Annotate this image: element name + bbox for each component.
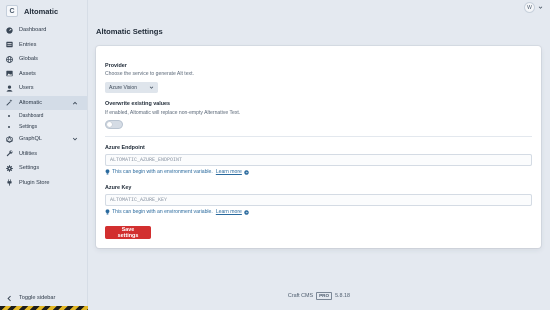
- divider: [105, 136, 532, 137]
- version-number: 5.8.18: [335, 293, 351, 299]
- wrench-icon: [6, 150, 13, 157]
- key-tip: This can begin with an environment varia…: [105, 209, 249, 215]
- sidebar-item-label: GraphQL: [19, 136, 43, 143]
- sidebar-item-label: Users: [19, 85, 34, 92]
- subnav-item-settings[interactable]: Settings: [0, 121, 87, 132]
- main-content: W Altomatic Settings Provider Choose the…: [88, 0, 550, 310]
- image-icon: [6, 70, 13, 77]
- endpoint-input[interactable]: [105, 154, 532, 166]
- page-title: Altomatic Settings: [96, 27, 163, 36]
- magic-icon: [6, 99, 13, 106]
- key-label: Azure Key: [105, 185, 132, 191]
- globe-icon: [6, 55, 13, 63]
- app-window: C Altomatic Dashboard Entries Globals As…: [0, 0, 550, 310]
- product-name: Craft CMS: [287, 293, 314, 299]
- site-brand[interactable]: C Altomatic: [0, 2, 87, 20]
- sidebar-item-entries[interactable]: Entries: [0, 38, 87, 53]
- endpoint-tip: This can begin with an environment varia…: [105, 169, 249, 175]
- chevron-left-icon: [6, 295, 13, 302]
- sidebar-item-utilities[interactable]: Utilities: [0, 147, 87, 162]
- save-settings-button[interactable]: Save settings: [105, 226, 151, 239]
- chevron-up-icon[interactable]: [72, 100, 78, 106]
- subnav-item-label: Settings: [19, 123, 38, 130]
- sidebar-item-settings[interactable]: Settings: [0, 161, 87, 176]
- endpoint-learn-more-link[interactable]: Learn more: [216, 169, 242, 175]
- provider-select[interactable]: Azure Vision: [105, 82, 158, 93]
- graphql-icon: [6, 135, 13, 143]
- user-menu[interactable]: W: [524, 2, 543, 13]
- toggle-sidebar-button[interactable]: Toggle sidebar: [0, 291, 88, 305]
- sidebar-item-label: Assets: [19, 70, 36, 77]
- sidebar-item-label: Entries: [19, 41, 37, 48]
- footer: Craft CMS PRO 5.8.18: [88, 292, 550, 300]
- sidebar: C Altomatic Dashboard Entries Globals As…: [0, 0, 88, 310]
- sidebar-item-label: Globals: [19, 56, 38, 63]
- arrow-circle-icon: [244, 169, 249, 175]
- sidebar-item-altomatic[interactable]: Altomatic: [0, 95, 87, 110]
- global-header: W: [88, 0, 550, 17]
- sidebar-item-dashboard[interactable]: Dashboard: [0, 23, 87, 38]
- overwrite-label: Overwrite existing values: [105, 101, 171, 107]
- toggle-sidebar-label: Toggle sidebar: [19, 295, 56, 301]
- settings-card: Provider Choose the service to generate …: [96, 46, 541, 248]
- bullet-icon: [8, 125, 10, 128]
- endpoint-tip-text: This can begin with an environment varia…: [112, 169, 213, 175]
- avatar: W: [524, 2, 535, 13]
- user-icon: [6, 85, 13, 92]
- sidebar-item-globals[interactable]: Globals: [0, 52, 87, 67]
- arrow-circle-icon: [244, 209, 249, 215]
- sidebar-item-assets[interactable]: Assets: [0, 67, 87, 82]
- sidebar-item-label: Settings: [19, 165, 40, 172]
- key-tip-text: This can begin with an environment varia…: [112, 209, 213, 215]
- subnav-item-dashboard[interactable]: Dashboard: [0, 110, 87, 121]
- sidebar-item-graphql[interactable]: GraphQL: [0, 132, 87, 147]
- site-name: Altomatic: [24, 6, 59, 16]
- endpoint-label: Azure Endpoint: [105, 145, 145, 151]
- sidebar-item-label: Utilities: [19, 150, 38, 157]
- lightbulb-icon: [105, 169, 110, 175]
- provider-instructions: Choose the service to generate Alt text.: [105, 71, 194, 77]
- provider-select-value: Azure Vision: [109, 84, 137, 91]
- gear-icon: [6, 164, 13, 172]
- overwrite-toggle[interactable]: [105, 120, 123, 129]
- sidebar-item-label: Dashboard: [19, 27, 47, 34]
- edition-badge: PRO: [316, 292, 333, 300]
- subnav-item-label: Dashboard: [19, 112, 44, 119]
- gauge-icon: [6, 27, 13, 34]
- plug-icon: [6, 179, 13, 186]
- chevron-down-icon[interactable]: [72, 136, 78, 142]
- entries-icon: [6, 41, 13, 48]
- toggle-knob: [107, 122, 112, 127]
- sidebar-item-plugin-store[interactable]: Plugin Store: [0, 176, 87, 191]
- provider-label: Provider: [105, 63, 127, 69]
- lightbulb-icon: [105, 209, 110, 215]
- primary-nav: Dashboard Entries Globals Assets Users A…: [0, 23, 87, 190]
- key-learn-more-link[interactable]: Learn more: [216, 209, 242, 215]
- dev-mode-stripe: [0, 306, 88, 310]
- bullet-icon: [8, 114, 10, 117]
- site-badge: C: [6, 5, 18, 17]
- sidebar-item-label: Altomatic: [19, 99, 43, 106]
- overwrite-instructions: If enabled, Altomatic will replace non-e…: [105, 110, 241, 116]
- key-input[interactable]: [105, 194, 532, 206]
- chevron-down-icon: [149, 86, 154, 89]
- sidebar-item-label: Plugin Store: [19, 179, 50, 186]
- chevron-down-icon: [538, 6, 543, 9]
- sidebar-item-users[interactable]: Users: [0, 81, 87, 96]
